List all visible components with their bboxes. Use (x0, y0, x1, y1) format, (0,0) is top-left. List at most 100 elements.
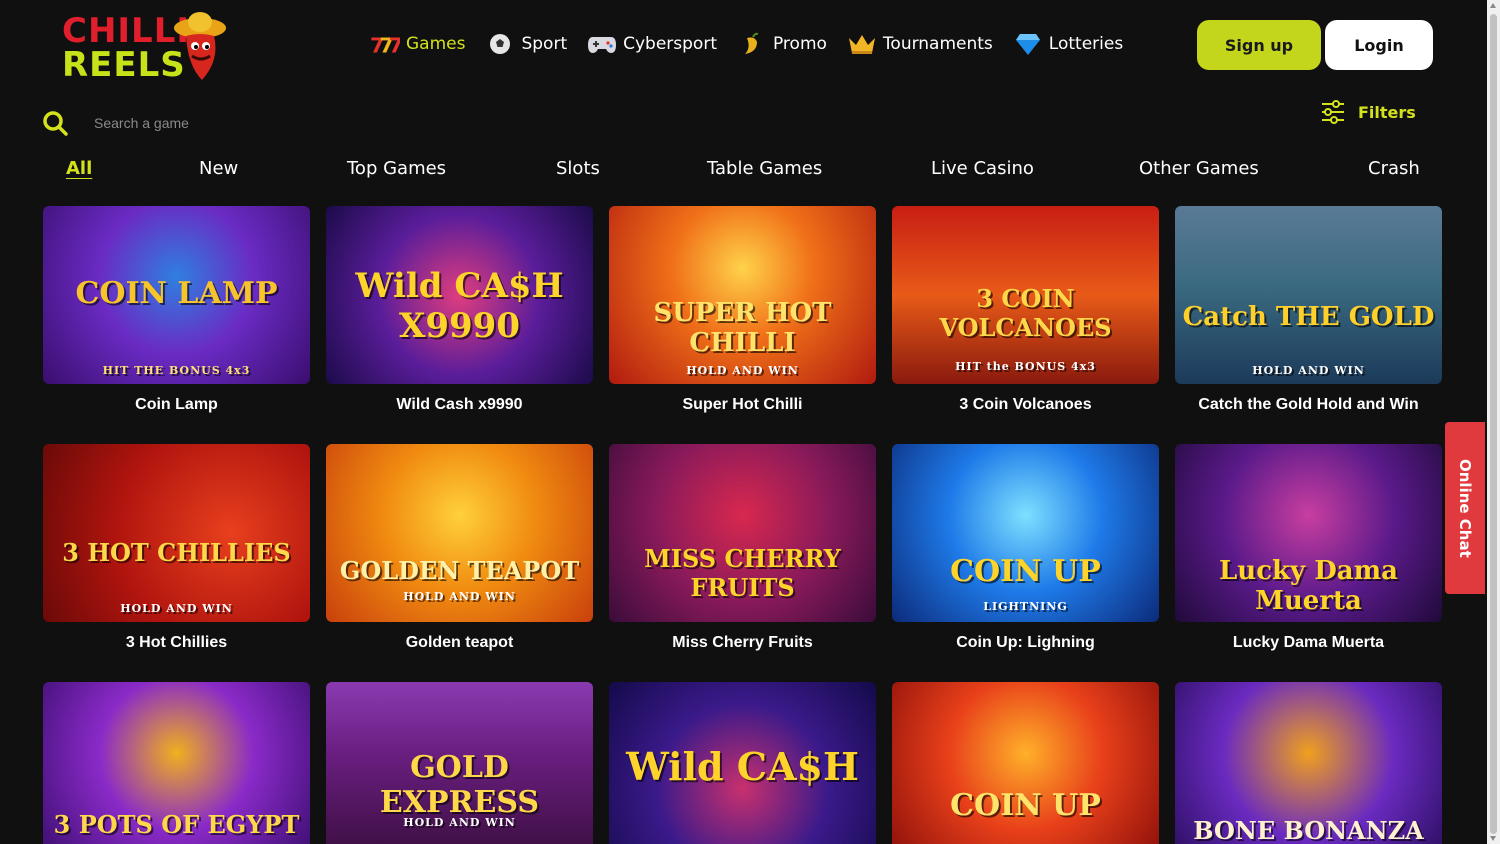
nav-cybersport[interactable]: Cybersport (587, 26, 717, 62)
tab-top-games[interactable]: Top Games (347, 158, 446, 179)
game-card-3-coin-volcanoes[interactable]: 3 COIN VOLCANOES HIT the BONUS 4x3 3 Coi… (892, 206, 1159, 414)
game-title: Super Hot Chilli (682, 396, 803, 413)
tab-slots[interactable]: Slots (556, 158, 600, 179)
game-art-title: SUPER HOT CHILLI (653, 298, 832, 358)
nav-cybersport-label: Cybersport (623, 34, 717, 54)
game-card-super-hot-chilli[interactable]: SUPER HOT CHILLI HOLD AND WIN Super Hot … (609, 206, 876, 414)
logo-text-line2: REELS (62, 45, 186, 85)
logo-text-line1: CHILLI (62, 11, 191, 51)
game-art-subtitle: LIGHTNING (983, 600, 1068, 613)
game-thumbnail[interactable]: Catch THE GOLD HOLD AND WIN (1175, 206, 1442, 384)
search-input[interactable] (94, 110, 494, 136)
pepper-icon (737, 29, 767, 59)
diamond-icon (1013, 29, 1043, 59)
game-thumbnail[interactable]: Lucky Dama Muerta (1175, 444, 1442, 622)
game-thumbnail[interactable]: Wild CA$H (609, 682, 876, 844)
game-art-title: COIN UP (950, 788, 1101, 823)
nav-lotteries[interactable]: Lotteries (1013, 26, 1123, 62)
nav-tournaments-label: Tournaments (882, 34, 993, 54)
tab-table-games[interactable]: Table Games (707, 158, 822, 179)
game-art-subtitle: HIT THE BONUS 4x3 (102, 364, 251, 377)
game-art-title: GOLDEN TEAPOT (339, 556, 580, 585)
crown-icon (847, 29, 877, 59)
game-thumbnail[interactable]: MISS CHERRY FRUITS (609, 444, 876, 622)
main-nav: 777 Games Sport Cybersport Promo Tournam… (370, 26, 1143, 62)
nav-games[interactable]: 777 Games (370, 26, 465, 62)
game-title: Golden teapot (405, 634, 514, 651)
game-art-title: MISS CHERRY FRUITS (644, 544, 841, 602)
login-button[interactable]: Login (1325, 20, 1433, 70)
game-art-title: 3 HOT CHILLIES (62, 538, 291, 567)
game-card-lucky-dama-muerta[interactable]: Lucky Dama Muerta Lucky Dama Muerta (1175, 444, 1442, 652)
game-card-3-pots-of-egypt[interactable]: 3 POTS OF EGYPT (43, 682, 310, 844)
sliders-icon (1322, 100, 1344, 124)
game-title: Miss Cherry Fruits (672, 634, 813, 651)
nav-promo[interactable]: Promo (737, 26, 827, 62)
game-thumbnail[interactable]: 3 HOT CHILLIES HOLD AND WIN (43, 444, 310, 622)
game-thumbnail[interactable]: 3 POTS OF EGYPT (43, 682, 310, 844)
signup-button[interactable]: Sign up (1197, 20, 1321, 70)
game-thumbnail[interactable]: BONE BONANZA (1175, 682, 1442, 844)
game-art-title: Catch THE GOLD (1182, 302, 1435, 332)
game-card-coin-up[interactable]: COIN UP (892, 682, 1159, 844)
nav-games-label: Games (406, 34, 466, 54)
nav-tournaments[interactable]: Tournaments (847, 26, 993, 62)
game-card-3-hot-chillies[interactable]: 3 HOT CHILLIES HOLD AND WIN 3 Hot Chilli… (43, 444, 310, 652)
game-card-gold-express[interactable]: GOLD EXPRESS HOLD AND WIN (326, 682, 593, 844)
game-card-wild-cash-x9990[interactable]: Wild CA$H X9990 Wild Cash x9990 (326, 206, 593, 414)
tab-all[interactable]: All (66, 158, 92, 179)
filters-label: Filters (1358, 102, 1416, 122)
search-icon[interactable] (42, 110, 68, 136)
game-card-catch-the-gold[interactable]: Catch THE GOLD HOLD AND WIN Catch the Go… (1175, 206, 1442, 414)
game-art-subtitle: HOLD AND WIN (1252, 364, 1365, 377)
game-thumbnail[interactable]: Wild CA$H X9990 (326, 206, 593, 384)
game-thumbnail[interactable]: GOLDEN TEAPOT HOLD AND WIN (326, 444, 593, 622)
game-art-title: COIN LAMP (75, 276, 278, 311)
game-card-coin-up-lighning[interactable]: COIN UP LIGHTNING Coin Up: Lighning (892, 444, 1159, 652)
game-art-title: Wild CA$H X9990 (355, 266, 564, 346)
game-title: Lucky Dama Muerta (1232, 634, 1385, 651)
game-card-miss-cherry-fruits[interactable]: MISS CHERRY FRUITS Miss Cherry Fruits (609, 444, 876, 652)
game-art-subtitle: HOLD AND WIN (120, 602, 233, 615)
game-card-golden-teapot[interactable]: GOLDEN TEAPOT HOLD AND WIN Golden teapot (326, 444, 593, 652)
nav-promo-label: Promo (772, 34, 827, 54)
filters-button[interactable]: Filters (1320, 98, 1416, 126)
page-scrollbar[interactable] (1487, 0, 1500, 844)
game-title: Catch the Gold Hold and Win (1198, 396, 1419, 413)
game-art-title: BONE BONANZA (1193, 816, 1424, 844)
game-art-title: 3 POTS OF EGYPT (53, 810, 300, 839)
game-title: Coin Up: Lighning (956, 634, 1095, 651)
online-chat-button[interactable]: Online Chat (1445, 422, 1485, 594)
slot-777-icon: 777 (370, 29, 400, 59)
nav-sport[interactable]: Sport (485, 26, 567, 62)
game-card-wild-cash[interactable]: Wild CA$H (609, 682, 876, 844)
game-art-title: Wild CA$H (626, 744, 859, 789)
game-thumbnail[interactable]: COIN UP LIGHTNING (892, 444, 1159, 622)
game-art-title: GOLD EXPRESS (379, 750, 540, 820)
tab-new[interactable]: New (199, 158, 238, 179)
svg-text:7: 7 (389, 33, 400, 57)
nav-sport-label: Sport (521, 34, 568, 54)
logo[interactable]: CHILLI REELS (60, 8, 226, 85)
scrollbar-thumb[interactable] (1490, 14, 1497, 834)
game-title: Coin Lamp (135, 396, 218, 413)
scroll-up-arrow-icon[interactable] (1490, 3, 1496, 8)
game-card-coin-lamp[interactable]: COIN LAMP HIT THE BONUS 4x3 Coin Lamp (43, 206, 310, 414)
category-tabs: All New Top Games Slots Table Games Live… (0, 158, 1500, 184)
game-art-subtitle: HIT the BONUS 4x3 (955, 360, 1096, 373)
game-thumbnail[interactable]: COIN UP (892, 682, 1159, 844)
scroll-down-arrow-icon[interactable] (1490, 836, 1496, 841)
game-art-subtitle: HOLD AND WIN (403, 590, 516, 603)
tab-crash[interactable]: Crash (1368, 158, 1420, 179)
game-thumbnail[interactable]: SUPER HOT CHILLI HOLD AND WIN (609, 206, 876, 384)
game-thumbnail[interactable]: COIN LAMP HIT THE BONUS 4x3 (43, 206, 310, 384)
game-card-bone-bonanza[interactable]: BONE BONANZA (1175, 682, 1442, 844)
game-title: Wild Cash x9990 (396, 396, 523, 413)
game-art-title: Lucky Dama Muerta (1219, 556, 1398, 616)
game-thumbnail[interactable]: GOLD EXPRESS HOLD AND WIN (326, 682, 593, 844)
game-thumbnail[interactable]: 3 COIN VOLCANOES HIT the BONUS 4x3 (892, 206, 1159, 384)
game-art-subtitle: HOLD AND WIN (403, 816, 516, 829)
game-title: 3 Coin Volcanoes (959, 396, 1092, 413)
tab-live-casino[interactable]: Live Casino (931, 158, 1034, 179)
tab-other-games[interactable]: Other Games (1139, 158, 1259, 179)
